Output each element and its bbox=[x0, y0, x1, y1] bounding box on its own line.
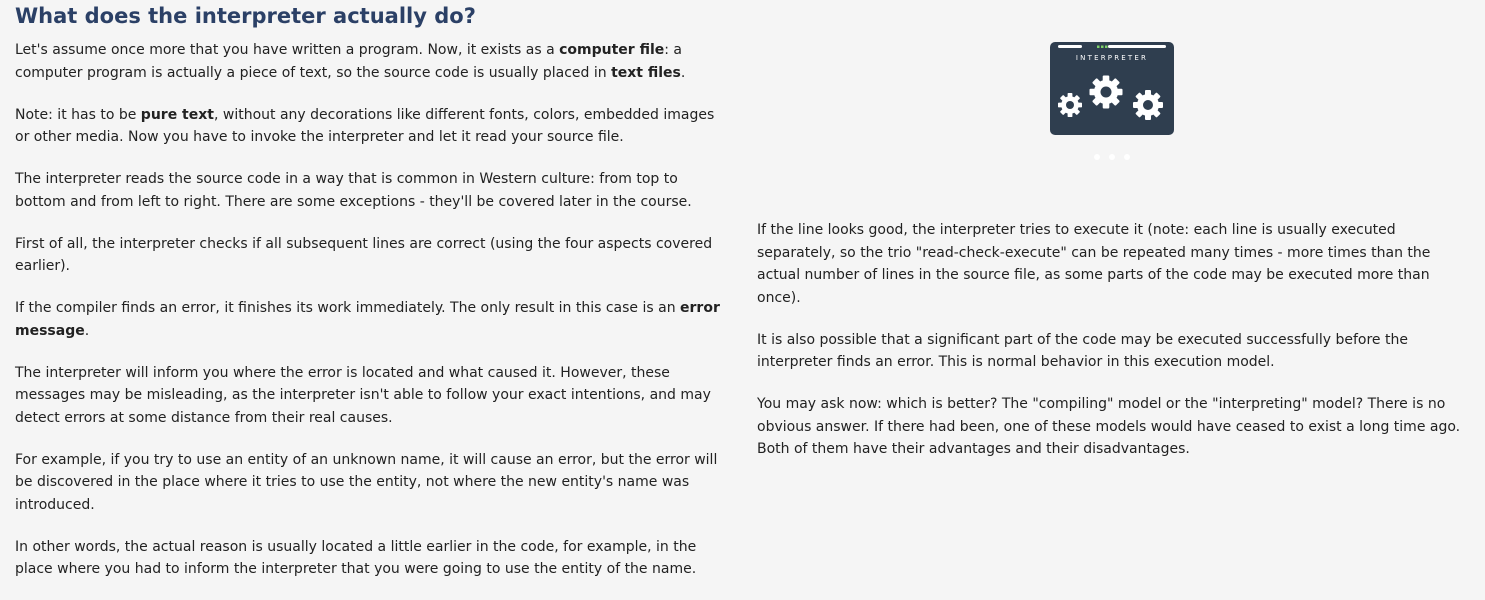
paragraph-example: For example, if you try to use an entity… bbox=[15, 451, 718, 513]
interpreter-gears-icon: INTERPRETER bbox=[1050, 42, 1174, 160]
paragraph-error-found: If the compiler finds an error, it finis… bbox=[15, 297, 730, 342]
illustration-label: INTERPRETER bbox=[1076, 54, 1148, 62]
right-column: If the line looks good, the interpreter … bbox=[757, 219, 1469, 480]
paragraph-which-is-better: You may ask now: which is better? The "c… bbox=[757, 396, 1461, 457]
paragraph-error-location: The interpreter will inform you where th… bbox=[15, 364, 711, 426]
paragraph-pure-text: Note: it has to be pure text, without an… bbox=[15, 104, 730, 149]
paragraph-text: . bbox=[84, 322, 90, 339]
paragraph-line-check: First of all, the interpreter checks if … bbox=[15, 235, 713, 275]
paragraph-reading-order: The interpreter reads the source code in… bbox=[15, 171, 692, 210]
paragraph-text: Note: it has to be bbox=[15, 106, 141, 123]
paragraph-actual-reason: In other words, the actual reason is usu… bbox=[15, 538, 697, 578]
bold-term-pure-text: pure text bbox=[140, 106, 214, 123]
page-title: What does the interpreter actually do? bbox=[15, 4, 476, 28]
interpreter-illustration: INTERPRETER bbox=[1050, 42, 1174, 164]
bold-term-text-files: text files bbox=[611, 64, 681, 81]
paragraph-text: . bbox=[680, 64, 686, 81]
bold-term-computer-file: computer file bbox=[559, 42, 665, 58]
paragraph-text: If the compiler finds an error, it finis… bbox=[15, 300, 681, 316]
paragraph-text: Let's assume once more that you have wri… bbox=[15, 42, 560, 58]
paragraph-partial-execution: It is also possible that a significant p… bbox=[757, 331, 1408, 371]
paragraph-execution: If the line looks good, the interpreter … bbox=[757, 222, 1431, 306]
paragraph-source-file: Let's assume once more that you have wri… bbox=[15, 39, 730, 84]
left-column: Let's assume once more that you have wri… bbox=[15, 39, 730, 600]
